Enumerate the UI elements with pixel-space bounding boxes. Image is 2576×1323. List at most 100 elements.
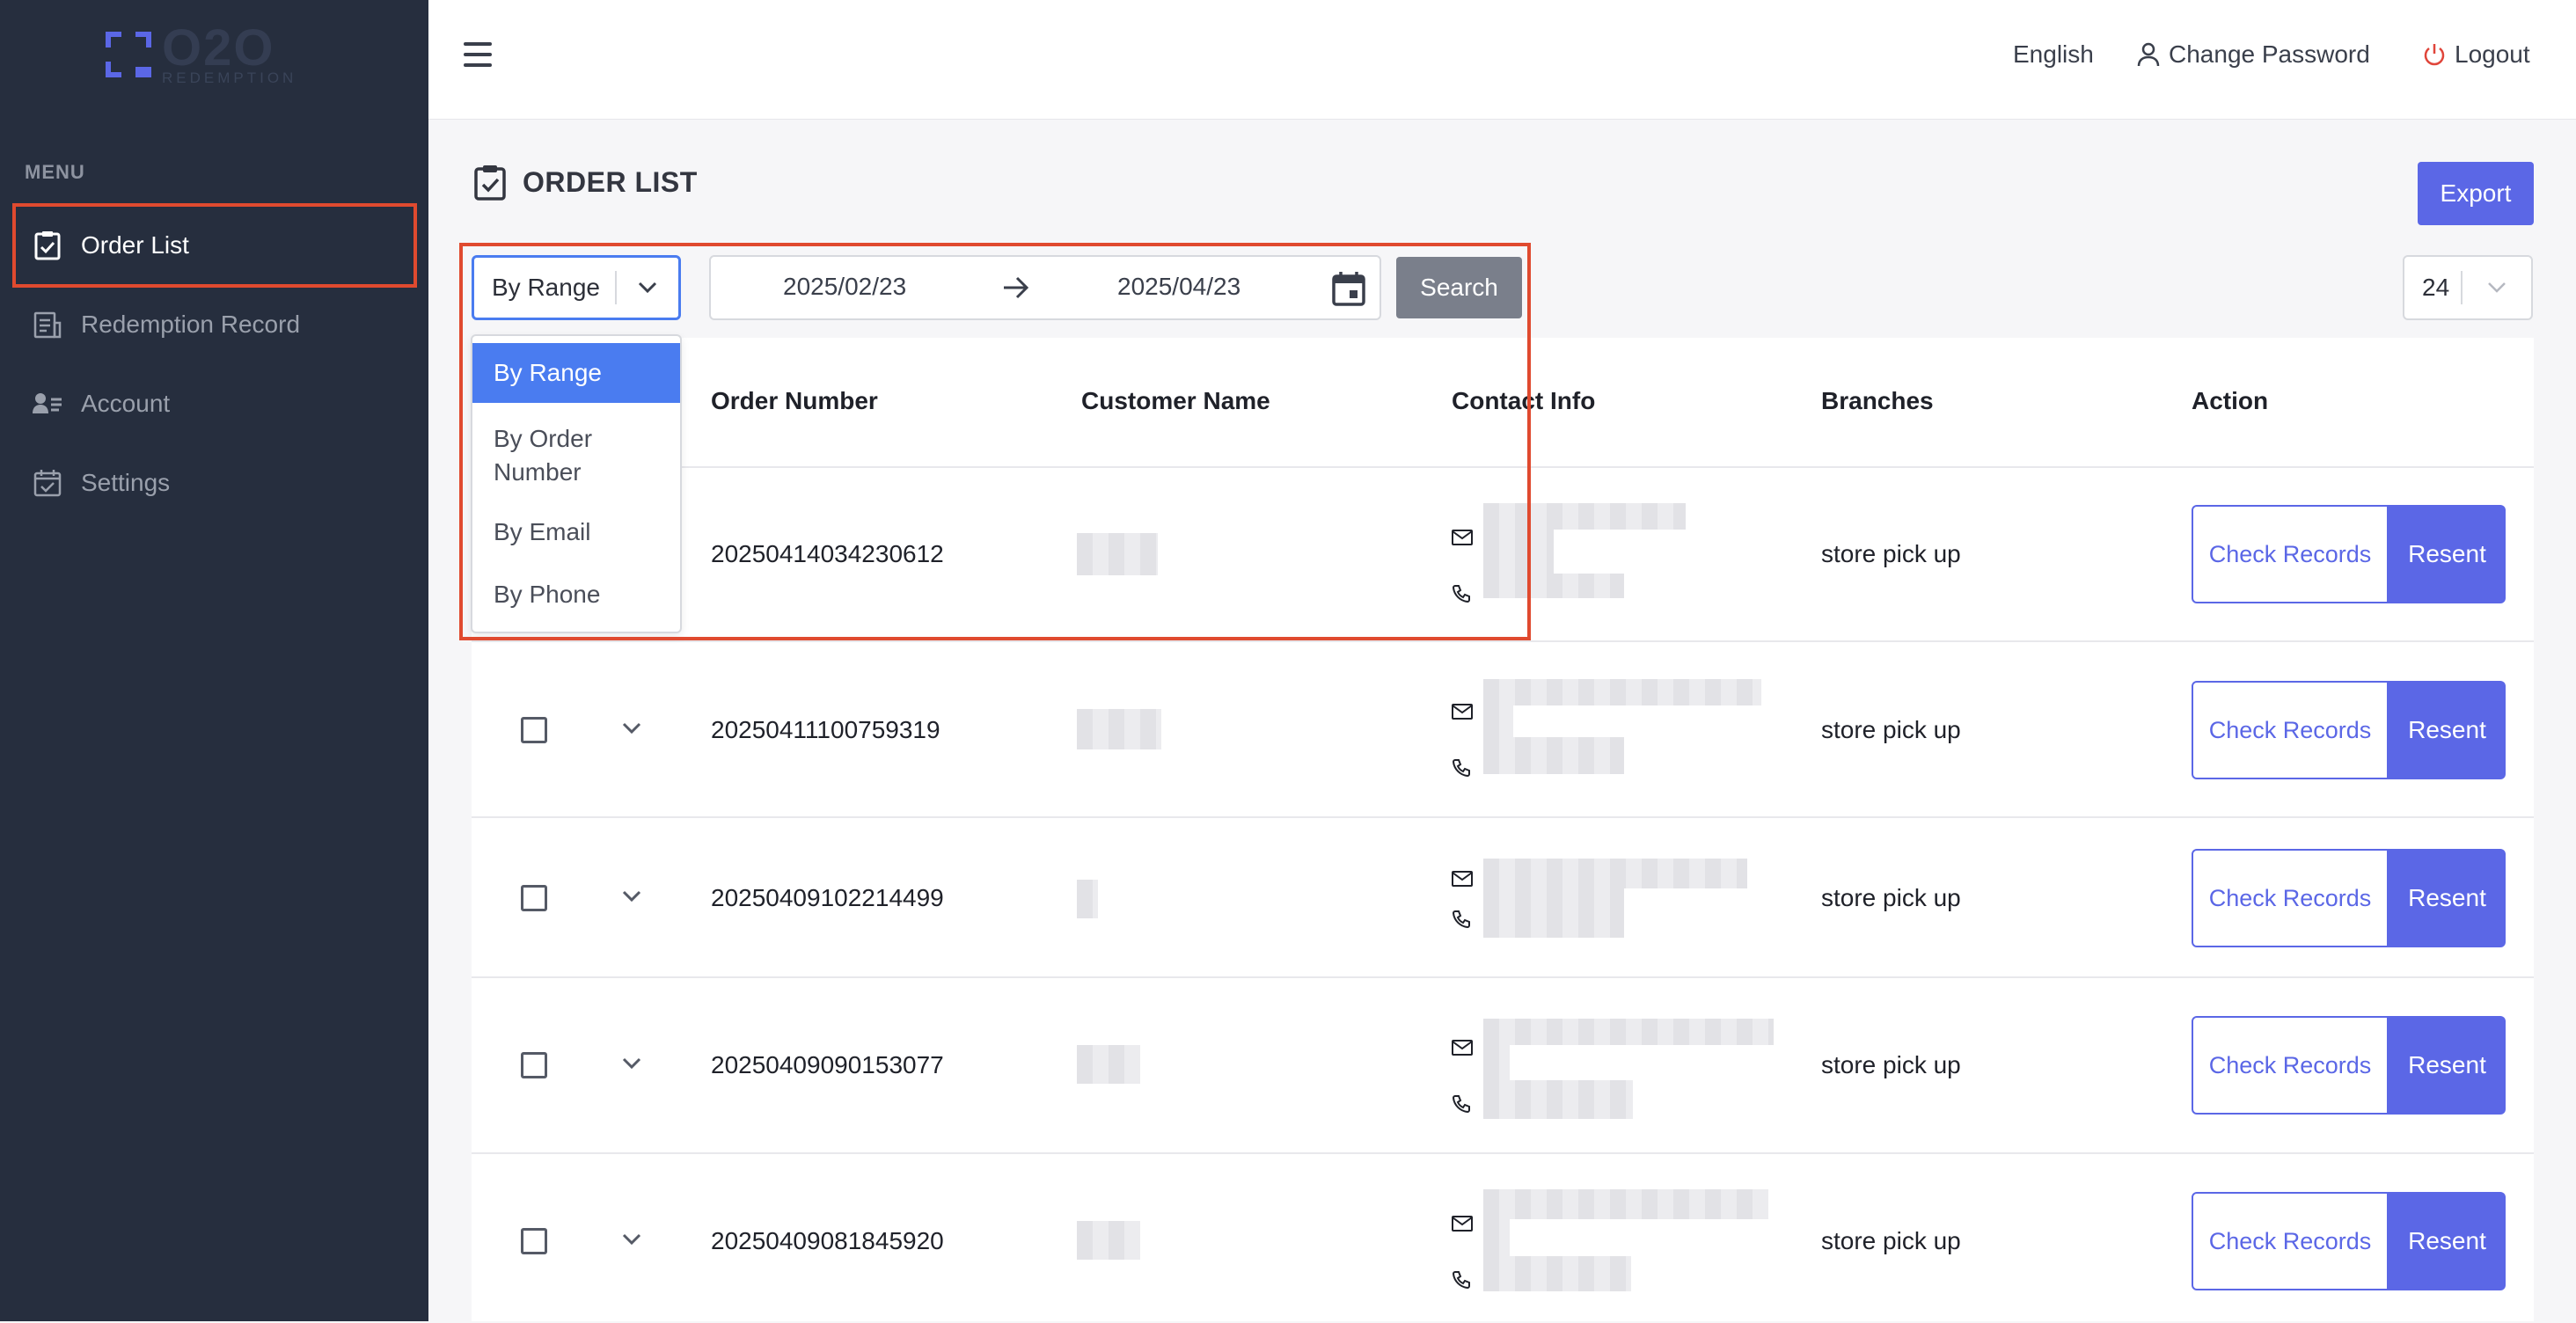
branch: store pick up [1821,884,1961,911]
table-row: 20250414034230612 store pick up Check Re… [472,466,2534,642]
sidebar-item-redemption-record[interactable]: Redemption Record [12,282,417,367]
mail-icon [1452,1216,1473,1232]
column-header-contact-info[interactable]: Contact Info [1452,387,1595,415]
check-records-button[interactable]: Check Records [2192,1016,2389,1115]
row-checkbox[interactable] [521,885,547,911]
hamburger-menu-icon[interactable] [464,42,492,67]
check-records-button[interactable]: Check Records [2192,681,2389,779]
email-redacted [1483,859,1747,888]
option-by-email[interactable]: By Email [472,515,680,549]
row-checkbox[interactable] [521,1052,547,1078]
phone-redacted [1483,888,1624,938]
change-password-link[interactable]: Change Password [2137,40,2370,69]
arrow-right-icon [1004,276,1029,299]
logo-tagline: REDEMPTION [162,69,297,86]
phone-redacted [1483,1256,1631,1291]
customer-name-redacted [1077,880,1098,918]
email-redacted [1483,1019,1774,1045]
order-number: 20250409090153077 [711,1051,944,1078]
column-header-branches[interactable]: Branches [1821,387,1934,415]
logo-name: O2O [162,19,275,77]
check-records-button[interactable]: Check Records [2192,849,2389,947]
sidebar-item-settings[interactable]: Settings [12,441,417,525]
chevron-down-icon[interactable] [617,281,678,295]
table-row: 20250411100759319 store pick up Check Re… [472,640,2534,818]
user-icon [2137,42,2160,67]
check-records-button[interactable]: Check Records [2192,505,2389,603]
order-number: 20250411100759319 [711,716,940,743]
phone-redacted [1483,1080,1633,1119]
logout-label: Logout [2455,40,2530,68]
language-label: English [2013,40,2094,68]
column-header-customer-name[interactable]: Customer Name [1081,387,1270,415]
phone-redacted [1483,574,1624,598]
branch: store pick up [1821,540,1961,567]
customer-name-redacted [1077,709,1161,749]
branch: store pick up [1821,716,1961,743]
logout-link[interactable]: Logout [2423,40,2530,69]
order-number: 20250409081845920 [711,1227,944,1254]
clipboard-check-icon [32,230,63,261]
option-by-range[interactable]: By Range [472,343,680,403]
mail-icon [1452,871,1473,887]
chevron-down-icon[interactable] [621,889,642,903]
page-title-text: ORDER LIST [523,165,698,198]
email-redacted [1483,679,1761,705]
user-list-icon [32,388,63,420]
receipt-icon [32,309,63,340]
sidebar-item-label: Settings [81,469,171,496]
end-date-input[interactable]: 2025/04/23 [1117,273,1240,301]
change-password-label: Change Password [2169,40,2370,68]
date-range-picker[interactable]: 2025/02/23 2025/04/23 [709,255,1381,320]
logo-mark-icon [106,32,151,77]
email-redacted [1483,705,1513,737]
sidebar-item-label: Redemption Record [81,311,301,338]
phone-icon [1452,1095,1470,1114]
phone-icon [1452,585,1470,603]
phone-icon [1452,910,1470,929]
page-size-value: 24 [2422,274,2450,301]
table-row: 20250409090153077 store pick up Check Re… [472,976,2534,1154]
check-records-button[interactable]: Check Records [2192,1192,2389,1290]
customer-name-redacted [1077,1045,1140,1084]
search-mode-dropdown: By Range By Order Number By Email By Pho… [471,334,682,633]
chevron-down-icon[interactable] [621,721,642,735]
calendar-icon[interactable] [1332,271,1365,306]
resent-button[interactable]: Resent [2389,1192,2506,1290]
option-by-order-number[interactable]: By Order Number [472,422,680,489]
sidebar-item-label: Account [81,390,171,417]
search-button[interactable]: Search [1396,257,1522,318]
search-mode-select[interactable]: By Range [472,255,681,320]
mail-icon [1452,1040,1473,1056]
column-header-action[interactable]: Action [2192,387,2268,415]
row-checkbox[interactable] [521,1228,547,1254]
sidebar-item-order-list[interactable]: Order List [12,203,417,288]
resent-button[interactable]: Resent [2389,1016,2506,1115]
chevron-down-icon[interactable] [2463,281,2531,294]
resent-button[interactable]: Resent [2389,681,2506,779]
chevron-down-icon[interactable] [621,1232,642,1246]
order-table: Order Number Customer Name Contact Info … [472,338,2534,1321]
menu-label: MENU [25,161,85,183]
export-button[interactable]: Export [2418,162,2534,225]
chevron-down-icon[interactable] [621,1056,642,1071]
sidebar: O2O REDEMPTION MENU Order List Redemptio… [0,0,428,1321]
start-date-input[interactable]: 2025/02/23 [783,273,906,301]
email-redacted [1483,1189,1768,1219]
search-mode-value: By Range [492,274,600,301]
branch: store pick up [1821,1051,1961,1078]
logo: O2O REDEMPTION [106,19,297,86]
branch: store pick up [1821,1227,1961,1254]
top-bar: English Change Password Logout [428,0,2576,120]
row-checkbox[interactable] [521,717,547,743]
resent-button[interactable]: Resent [2389,505,2506,603]
sidebar-item-account[interactable]: Account [12,362,417,446]
page-size-select[interactable]: 24 [2403,255,2533,320]
column-header-order-number[interactable]: Order Number [711,387,878,415]
resent-button[interactable]: Resent [2389,849,2506,947]
option-by-phone[interactable]: By Phone [472,578,680,611]
power-icon [2424,44,2445,66]
email-redacted [1483,1045,1510,1080]
language-link[interactable]: English [2013,40,2094,69]
email-redacted [1483,1219,1510,1256]
